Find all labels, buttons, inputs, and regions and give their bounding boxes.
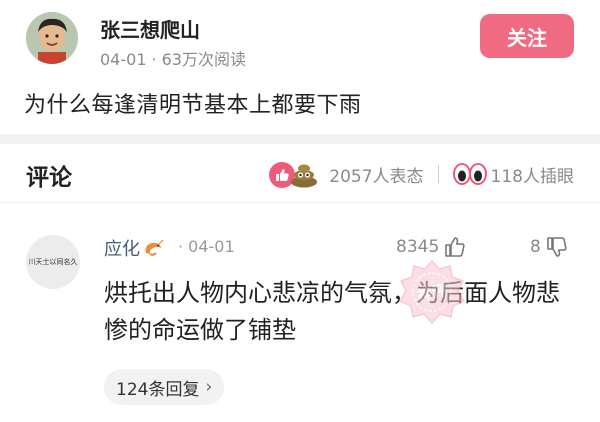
- reaction-emojis[interactable]: [269, 160, 323, 188]
- author-avatar[interactable]: [26, 12, 78, 64]
- comment-likes-count: 8345: [396, 237, 440, 257]
- comment-text: 烘托出人物内心悲凉的气氛，为后面人物悲惨的命运做了铺垫: [104, 279, 560, 344]
- reactions-count: 2057人表态: [329, 166, 424, 187]
- comments-header: 评论 2057人表态 118人插眼: [0, 144, 600, 202]
- comment-date: · 04-01: [178, 237, 235, 256]
- section-divider: [0, 134, 600, 144]
- chevron-right-icon: ›: [205, 377, 213, 397]
- post-title: 为什么每逢清明节基本上都要下雨: [24, 93, 362, 118]
- post-views: 63万次阅读: [161, 50, 246, 69]
- replies-label: 124条回复: [116, 379, 200, 400]
- commenter-avatar-text: 川天士以同名久: [28, 258, 78, 266]
- commenter-name: 应化: [104, 239, 140, 260]
- commenter-name-wrap[interactable]: 应化: [104, 235, 164, 261]
- comment-dislikes-count: 8: [530, 237, 541, 257]
- comment-dislike-button[interactable]: 8: [530, 235, 569, 259]
- reactions-bar: 2057人表态 118人插眼: [269, 160, 574, 188]
- comment-item: 川天士以同名久 应化 · 04-01 8345 8 烘托出人物内心悲凉的气氛，为…: [0, 203, 600, 422]
- meta-separator: ·: [151, 50, 157, 69]
- insert-eye-count: 118人插眼: [490, 166, 574, 187]
- poop-reaction-icon: [291, 164, 318, 188]
- thumb-up-icon: [445, 237, 465, 257]
- follow-button[interactable]: 关注: [480, 14, 574, 58]
- post-meta: 04-01 · 63万次阅读: [100, 46, 246, 70]
- comments-title: 评论: [26, 165, 72, 191]
- view-replies-button[interactable]: 124条回复 ›: [104, 369, 225, 405]
- eyes-icon[interactable]: [452, 162, 487, 186]
- god-comment-stamp: 神评: [398, 259, 466, 325]
- reactions-divider: [437, 165, 439, 183]
- comment-date-value: 04-01: [188, 237, 235, 256]
- thumb-down-icon: [547, 237, 567, 257]
- shrimp-badge-icon: [145, 239, 164, 256]
- commenter-avatar[interactable]: 川天士以同名久: [26, 235, 80, 289]
- post-date: 04-01: [100, 50, 147, 69]
- comment-like-button[interactable]: 8345: [396, 235, 467, 259]
- author-name[interactable]: 张三想爬山: [100, 14, 200, 43]
- post-header: 张三想爬山 04-01 · 63万次阅读 关注 为什么每逢清明节基本上都要下雨: [0, 0, 600, 134]
